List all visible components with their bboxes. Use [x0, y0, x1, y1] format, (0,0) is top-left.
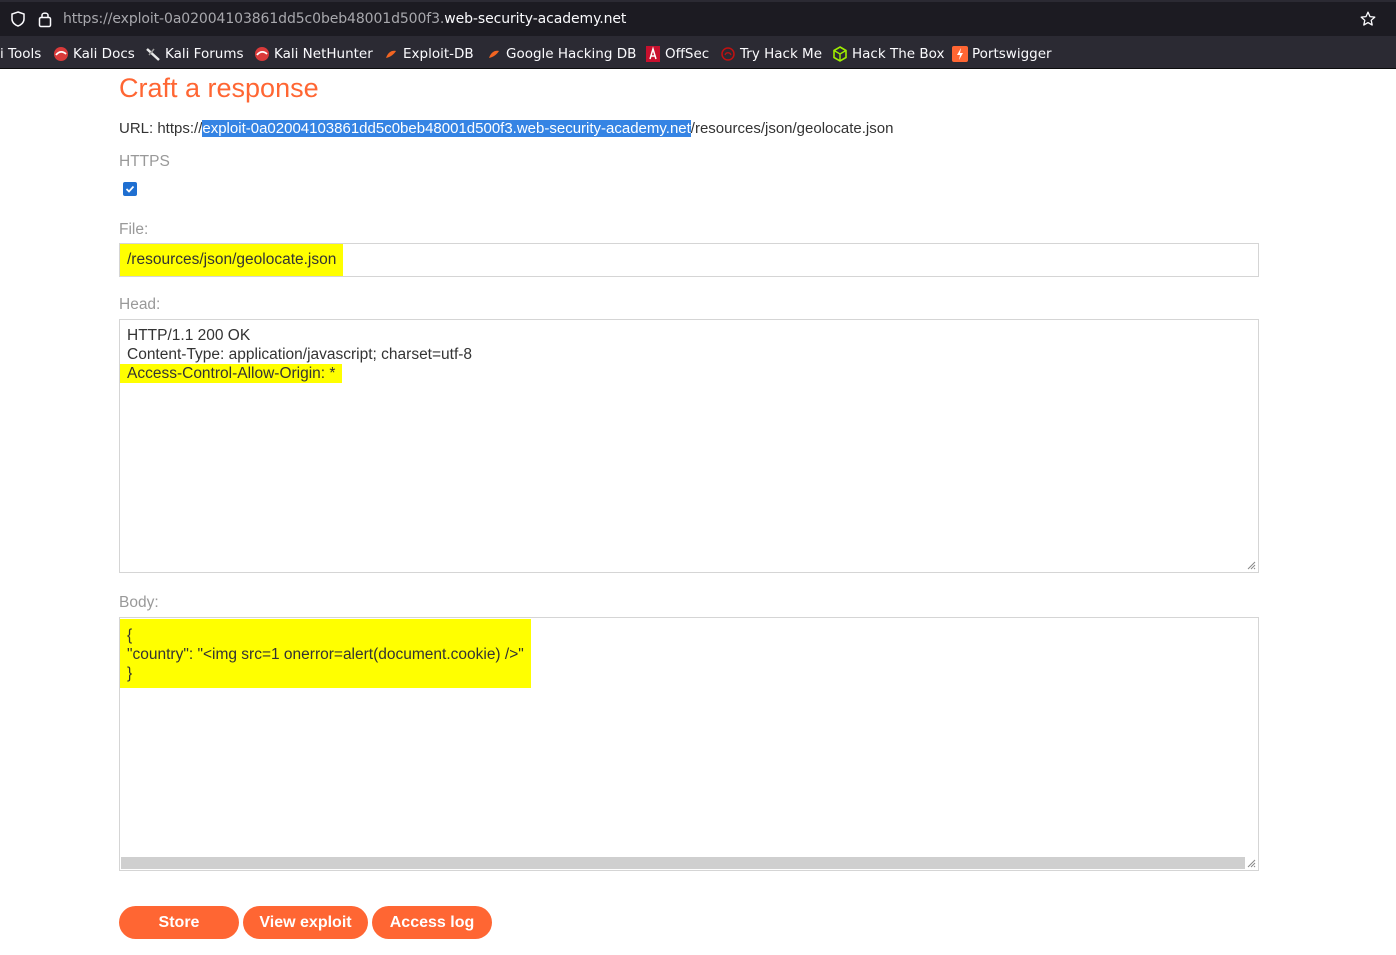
- checkmark-icon: [125, 185, 135, 193]
- bookmark-label: Hack The Box: [852, 46, 945, 62]
- bookmark-exploit-db[interactable]: Exploit-DB: [383, 45, 474, 63]
- file-input[interactable]: /resources/json/geolocate.json: [119, 243, 1259, 277]
- access-log-button[interactable]: Access log: [372, 906, 492, 939]
- bookmark-label: Kali NetHunter: [274, 46, 373, 62]
- body-textarea[interactable]: { "country": "<img src=1 onerror=alert(d…: [119, 617, 1259, 871]
- bookmark-label: Kali Docs: [73, 46, 135, 62]
- body-highlight: { "country": "<img src=1 onerror=alert(d…: [120, 619, 531, 688]
- head-line: HTTP/1.1 200 OK: [127, 327, 251, 344]
- bookmark-kali-docs[interactable]: Kali Docs: [53, 45, 135, 63]
- address-text[interactable]: https://exploit-0a02004103861dd5c0beb480…: [63, 11, 626, 27]
- body-line: }: [127, 665, 133, 682]
- bookmark-label: Portswigger: [972, 46, 1052, 62]
- kali-forums-icon: [146, 48, 160, 61]
- bookmarks-bar: i Tools Kali Docs Kali Forums Kali NetHu…: [0, 38, 1396, 69]
- bookmark-kali-forums[interactable]: Kali Forums: [145, 45, 244, 63]
- hackthebox-icon: [833, 46, 847, 62]
- file-value: /resources/json/geolocate.json: [120, 244, 344, 276]
- body-line: "country": "<img src=1 onerror=alert(doc…: [127, 646, 524, 663]
- tryhackme-icon: [721, 47, 735, 61]
- https-checkbox[interactable]: [123, 182, 137, 196]
- bookmark-portswigger[interactable]: Portswigger: [952, 45, 1052, 63]
- portswigger-icon: [952, 46, 968, 62]
- bookmark-star-icon[interactable]: [1360, 11, 1376, 27]
- bookmark-google-hacking-db[interactable]: Google Hacking DB: [486, 45, 636, 63]
- exploit-url: URL: https://exploit-0a02004103861dd5c0b…: [119, 120, 893, 137]
- address-bar[interactable]: https://exploit-0a02004103861dd5c0beb480…: [0, 2, 1396, 36]
- bookmark-label: Exploit-DB: [403, 46, 474, 62]
- bookmark-tools[interactable]: i Tools: [0, 45, 41, 63]
- resize-grip-icon[interactable]: [1246, 858, 1256, 868]
- horizontal-scrollbar[interactable]: [121, 857, 1245, 869]
- url-prefix: https://exploit-0a02004103861dd5c0beb480…: [63, 11, 445, 27]
- bookmark-label: OffSec: [665, 46, 710, 62]
- resize-grip-icon[interactable]: [1246, 560, 1256, 570]
- bookmark-label: Kali Forums: [165, 46, 244, 62]
- body-label: Body:: [119, 594, 159, 611]
- url-selected-host[interactable]: exploit-0a02004103861dd5c0beb48001d500f3…: [202, 120, 691, 137]
- url-path: /resources/json/geolocate.json: [690, 120, 894, 137]
- head-textarea[interactable]: HTTP/1.1 200 OK Content-Type: applicatio…: [119, 319, 1259, 573]
- offsec-icon: [646, 46, 660, 62]
- exploit-db-icon: [489, 50, 499, 58]
- bookmark-hack-the-box[interactable]: Hack The Box: [832, 45, 944, 63]
- kali-dragon-icon: [255, 47, 269, 61]
- store-button[interactable]: Store: [119, 906, 239, 939]
- browser-toolbar: https://exploit-0a02004103861dd5c0beb480…: [0, 0, 1396, 38]
- bookmark-try-hack-me[interactable]: Try Hack Me: [720, 45, 822, 63]
- head-line: Access-Control-Allow-Origin: *: [120, 364, 343, 383]
- bookmark-kali-nethunter[interactable]: Kali NetHunter: [254, 45, 373, 63]
- https-label: HTTPS: [119, 153, 170, 170]
- lock-icon[interactable]: [38, 10, 52, 28]
- bookmark-label: i Tools: [0, 46, 42, 62]
- bookmark-offsec[interactable]: OffSec: [645, 45, 709, 63]
- shield-icon[interactable]: [11, 11, 25, 27]
- file-label: File:: [119, 221, 149, 238]
- head-label: Head:: [119, 296, 161, 313]
- view-exploit-button[interactable]: View exploit: [243, 906, 368, 939]
- bookmark-label: Google Hacking DB: [506, 46, 637, 62]
- url-domain: web-security-academy.net: [444, 11, 627, 27]
- exploit-db-icon: [386, 50, 396, 58]
- bookmark-label: Try Hack Me: [740, 46, 823, 62]
- page-title: Craft a response: [119, 73, 319, 103]
- url-label: URL: https://: [119, 120, 203, 137]
- body-line: {: [127, 627, 133, 644]
- kali-dragon-icon: [54, 47, 68, 61]
- head-line: Content-Type: application/javascript; ch…: [127, 346, 473, 363]
